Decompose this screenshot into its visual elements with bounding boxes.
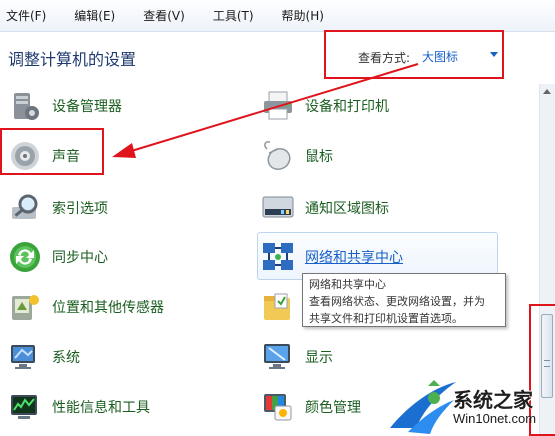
color-management-icon (261, 390, 295, 424)
item-mouse[interactable]: 鼠标 (261, 138, 333, 174)
printer-icon (261, 89, 295, 123)
folder-icon (261, 290, 295, 324)
sync-icon (8, 240, 42, 274)
menu-file[interactable]: 文件(F) (6, 7, 46, 24)
item-label: 同步中心 (52, 250, 108, 266)
item-color-management[interactable]: 颜色管理 (261, 389, 361, 425)
item-label: 位置和其他传感器 (52, 300, 164, 316)
item-device-manager[interactable]: 设备管理器 (8, 88, 122, 124)
view-mode-highlight (324, 30, 504, 79)
item-label: 设备和打印机 (305, 99, 389, 115)
item-devices-printers[interactable]: 设备和打印机 (261, 88, 389, 124)
item-location-sensors[interactable]: 位置和其他传感器 (8, 289, 164, 325)
item-label: 网络和共享中心 (305, 250, 403, 266)
view-mode-dropdown[interactable]: 大图标 (422, 48, 458, 65)
item-sync-center[interactable]: 同步中心 (8, 239, 108, 275)
chevron-down-icon[interactable] (490, 52, 498, 57)
menu-view[interactable]: 查看(V) (143, 7, 185, 24)
menu-edit[interactable]: 编辑(E) (74, 7, 115, 24)
sound-highlight (0, 128, 104, 175)
tooltip-line: 查看网络状态、更改网络设置，并为 (309, 295, 485, 308)
scroll-up-icon[interactable] (539, 84, 555, 100)
menu-tools[interactable]: 工具(T) (213, 7, 254, 24)
item-label: 鼠标 (305, 149, 333, 165)
monitor-icon (261, 340, 295, 374)
tooltip-title: 网络和共享中心 (309, 278, 386, 291)
tooltip-line: 共享文件和打印机设置首选项。 (309, 312, 463, 325)
device-manager-icon (8, 89, 42, 123)
item-performance[interactable]: 性能信息和工具 (8, 389, 150, 425)
item-network-center[interactable]: 网络和共享中心 (261, 239, 403, 275)
item-system[interactable]: 系统 (8, 339, 80, 375)
item-label: 颜色管理 (305, 400, 361, 416)
magnifier-icon (8, 191, 42, 225)
item-indexing[interactable]: 索引选项 (8, 190, 108, 226)
item-label: 系统 (52, 350, 80, 366)
mouse-icon (261, 139, 295, 173)
item-label: 通知区域图标 (305, 201, 389, 217)
watermark-name: 系统之家 (453, 388, 533, 412)
item-label: 显示 (305, 350, 333, 366)
menu-help[interactable]: 帮助(H) (282, 7, 324, 24)
item-label: 性能信息和工具 (52, 400, 150, 416)
computer-icon (8, 340, 42, 374)
watermark-url: Win10net.com (453, 411, 537, 426)
item-display[interactable]: 显示 (261, 339, 333, 375)
item-notification-icons[interactable]: 通知区域图标 (261, 190, 389, 226)
view-mode-label: 查看方式: (358, 51, 411, 65)
item-label: 索引选项 (52, 201, 108, 217)
network-icon (261, 240, 295, 274)
menu-bar: 文件(F) 编辑(E) 查看(V) 工具(T) 帮助(H) (0, 0, 555, 32)
tooltip: 网络和共享中心 查看网络状态、更改网络设置，并为 共享文件和打印机设置首选项。 (302, 273, 506, 327)
item-partially-hidden[interactable] (261, 289, 305, 325)
page-title: 调整计算机的设置 (8, 50, 137, 69)
taskbar-icon (261, 191, 295, 225)
item-label: 设备管理器 (52, 99, 122, 115)
performance-icon (8, 390, 42, 424)
sensor-icon (8, 290, 42, 324)
